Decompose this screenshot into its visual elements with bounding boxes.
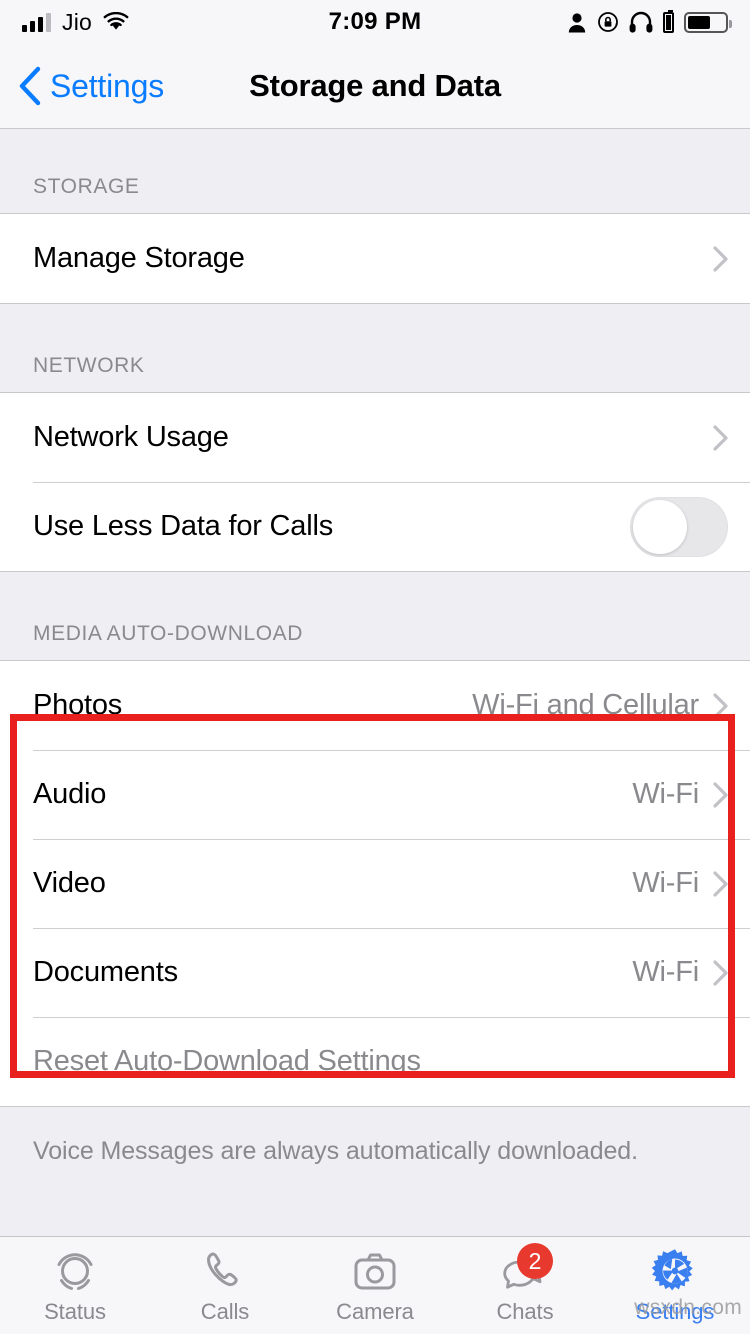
row-label: Photos: [33, 689, 123, 721]
row-documents[interactable]: Documents Wi-Fi: [0, 928, 750, 1017]
footer-note: Voice Messages are always automatically …: [0, 1107, 750, 1166]
navigation-bar: Settings Storage and Data: [0, 44, 750, 129]
phone-screen: Jio 7:09 PM Settings Storage and Data ST…: [0, 0, 750, 1334]
chats-badge: 2: [517, 1243, 553, 1279]
back-button[interactable]: Settings: [0, 66, 164, 106]
chevron-left-icon: [18, 66, 42, 106]
tab-settings[interactable]: Settings: [600, 1237, 750, 1334]
row-video[interactable]: Video Wi-Fi: [0, 839, 750, 928]
chevron-right-icon: [713, 959, 728, 986]
signal-bars-icon: [22, 12, 51, 32]
tab-calls[interactable]: Calls: [150, 1237, 300, 1334]
row-network-usage[interactable]: Network Usage: [0, 393, 750, 482]
phone-icon: [199, 1247, 251, 1295]
row-accessory: Wi-Fi: [632, 956, 728, 989]
chevron-right-icon: [713, 245, 728, 272]
row-label: Manage Storage: [33, 242, 245, 274]
chevron-right-icon: [713, 781, 728, 808]
row-label: Use Less Data for Calls: [33, 510, 334, 542]
battery-icon: [684, 11, 732, 33]
tab-bar: Status Calls Camera 2 Chats Settings: [0, 1236, 750, 1334]
row-accessory: [713, 245, 728, 272]
row-label: Network Usage: [33, 421, 229, 453]
status-rings-icon: [49, 1247, 101, 1295]
group-storage: Manage Storage: [0, 213, 750, 304]
row-label: Video: [33, 867, 106, 899]
row-value: Wi-Fi: [632, 867, 699, 899]
rotation-lock-icon: [597, 11, 619, 33]
tab-label: Settings: [635, 1299, 715, 1324]
section-header-network: NETWORK: [0, 304, 750, 392]
row-accessory: Wi-Fi: [632, 867, 728, 900]
accessory-battery-icon: [663, 9, 674, 33]
row-accessory: Wi-Fi and Cellular: [472, 689, 728, 722]
row-manage-storage[interactable]: Manage Storage: [0, 214, 750, 303]
tab-label: Camera: [336, 1299, 414, 1324]
settings-content: STORAGE Manage Storage NETWORK Network U…: [0, 129, 750, 1166]
row-reset-auto-download-settings[interactable]: Reset Auto-Download Settings: [0, 1017, 750, 1106]
chevron-right-icon: [713, 692, 728, 719]
tab-label: Calls: [200, 1299, 250, 1324]
row-accessory: [713, 424, 728, 451]
use-less-data-toggle[interactable]: [630, 496, 728, 557]
group-network: Network Usage Use Less Data for Calls: [0, 392, 750, 572]
gear-icon: [649, 1247, 701, 1295]
chevron-right-icon: [713, 424, 728, 451]
chat-bubbles-icon: 2: [499, 1243, 553, 1295]
row-label: Reset Auto-Download Settings: [33, 1045, 421, 1077]
row-accessory: [630, 496, 728, 557]
row-value: Wi-Fi and Cellular: [472, 689, 699, 721]
tab-status[interactable]: Status: [0, 1237, 150, 1334]
toggle-knob: [633, 499, 687, 554]
row-use-less-data-for-calls[interactable]: Use Less Data for Calls: [0, 482, 750, 571]
person-icon: [567, 12, 587, 33]
row-label: Audio: [33, 778, 107, 810]
tab-label: Status: [44, 1299, 106, 1324]
camera-icon: [349, 1247, 401, 1295]
group-media-auto-download: Photos Wi-Fi and Cellular Audio Wi-Fi Vi…: [0, 660, 750, 1107]
row-audio[interactable]: Audio Wi-Fi: [0, 750, 750, 839]
headphones-icon: [629, 11, 653, 33]
status-bar: Jio 7:09 PM: [0, 0, 750, 44]
section-header-storage: STORAGE: [0, 129, 750, 213]
back-button-label: Settings: [50, 67, 165, 104]
tab-chats[interactable]: 2 Chats: [450, 1237, 600, 1334]
tab-label: Chats: [496, 1299, 554, 1324]
tab-camera[interactable]: Camera: [300, 1237, 450, 1334]
row-value: Wi-Fi: [632, 778, 699, 810]
carrier-label: Jio: [62, 8, 93, 35]
status-bar-left: Jio: [22, 9, 129, 36]
section-header-media-auto-download: MEDIA AUTO-DOWNLOAD: [0, 572, 750, 660]
row-accessory: Wi-Fi: [632, 778, 728, 811]
status-bar-right: [567, 9, 732, 33]
wifi-icon: [103, 12, 129, 32]
row-photos[interactable]: Photos Wi-Fi and Cellular: [0, 661, 750, 750]
chevron-right-icon: [713, 870, 728, 897]
row-value: Wi-Fi: [632, 956, 699, 988]
row-label: Documents: [33, 956, 178, 988]
